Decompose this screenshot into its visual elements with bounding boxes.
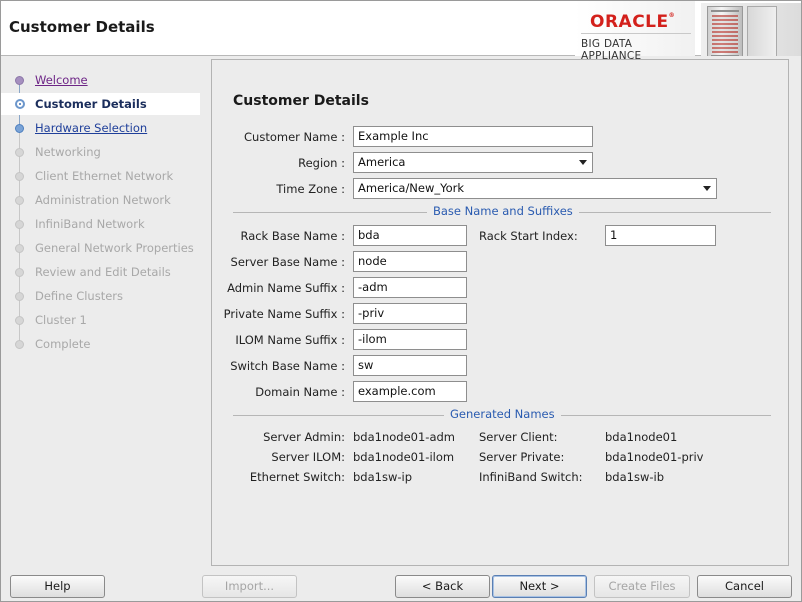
step-visited-icon (15, 76, 24, 85)
nav-step-client-ethernet-network: Client Ethernet Network (1, 165, 200, 187)
server-client-label: Server Client: (479, 430, 558, 444)
server-private-value: bda1node01-priv (605, 450, 704, 464)
ethernet-switch-label: Ethernet Switch: (249, 470, 345, 484)
nav-step-review-and-edit-details: Review and Edit Details (1, 261, 200, 283)
step-disabled-icon (15, 244, 24, 253)
step-available-icon (15, 124, 24, 133)
region-value: America (358, 155, 406, 169)
customer-details-panel: Customer Details Customer Name : Example… (211, 59, 789, 566)
nav-step-label: Client Ethernet Network (35, 169, 174, 183)
server-client-value: bda1node01 (605, 430, 678, 444)
chevron-down-icon (703, 186, 711, 191)
oracle-brand: ORACLE® BIG DATA APPLIANCE (575, 1, 695, 62)
import-button[interactable]: Import... (202, 575, 297, 598)
nav-step-label: Define Clusters (35, 289, 124, 303)
create-files-button[interactable]: Create Files (594, 575, 690, 598)
nav-step-infiniband-network: InfiniBand Network (1, 213, 200, 235)
rack-start-index-label: Rack Start Index: (479, 229, 578, 243)
private-name-suffix-label: Private Name Suffix : (223, 307, 345, 321)
rack-base-name-label: Rack Base Name : (240, 229, 345, 243)
ilom-name-suffix-field[interactable]: -ilom (353, 329, 467, 350)
rack-base-name-field[interactable]: bda (353, 225, 467, 246)
nav-step-label: Cluster 1 (35, 313, 87, 327)
nav-step-label: Hardware Selection (35, 121, 148, 135)
step-disabled-icon (15, 148, 24, 157)
infiniband-switch-value: bda1sw-ib (605, 470, 665, 484)
ilom-name-suffix-label: ILOM Name Suffix : (235, 333, 345, 347)
nav-step-customer-details[interactable]: Customer Details (1, 93, 200, 115)
nav-step-hardware-selection[interactable]: Hardware Selection (1, 117, 200, 139)
region-select[interactable]: America (353, 152, 593, 173)
header: Customer Details ORACLE® BIG DATA APPLIA… (1, 1, 801, 62)
time-zone-label: Time Zone : (276, 182, 345, 196)
nav-step-label: Administration Network (35, 193, 171, 207)
server-base-name-field[interactable]: node (353, 251, 467, 272)
step-disabled-icon (15, 340, 24, 349)
server-admin-value: bda1node01-adm (353, 430, 455, 444)
step-disabled-icon (15, 316, 24, 325)
nav-step-networking: Networking (1, 141, 200, 163)
nav-step-label: Networking (35, 145, 101, 159)
nav-step-general-network-properties: General Network Properties (1, 237, 200, 259)
nav-step-cluster-1: Cluster 1 (1, 309, 200, 331)
server-ilom-value: bda1node01-ilom (353, 450, 455, 464)
wizard-step-nav: Welcome Customer Details Hardware Select… (1, 57, 201, 566)
nav-step-label: InfiniBand Network (35, 217, 145, 231)
customer-name-label: Customer Name : (244, 130, 345, 144)
oracle-logo: ORACLE® (590, 12, 676, 32)
base-name-section-label: Base Name and Suffixes (427, 204, 579, 218)
nav-step-label: General Network Properties (35, 241, 194, 255)
panel-title: Customer Details (233, 93, 369, 109)
server-base-name-label: Server Base Name : (230, 255, 345, 269)
time-zone-select[interactable]: America/New_York (353, 178, 717, 199)
appliance-rack-image (701, 3, 801, 56)
nav-step-administration-network: Administration Network (1, 189, 200, 211)
cancel-button[interactable]: Cancel (697, 575, 792, 598)
private-name-suffix-field[interactable]: -priv (353, 303, 467, 324)
admin-name-suffix-label: Admin Name Suffix : (227, 281, 345, 295)
step-current-icon (15, 99, 25, 109)
nav-step-complete: Complete (1, 333, 200, 355)
ethernet-switch-value: bda1sw-ip (353, 470, 413, 484)
nav-step-welcome[interactable]: Welcome (1, 69, 200, 91)
rack-start-index-field[interactable]: 1 (605, 225, 716, 246)
domain-name-label: Domain Name : (255, 385, 345, 399)
domain-name-field[interactable]: example.com (353, 381, 467, 402)
help-button[interactable]: Help (10, 575, 105, 598)
switch-base-name-field[interactable]: sw (353, 355, 467, 376)
nav-step-label: Complete (35, 337, 91, 351)
server-admin-label: Server Admin: (263, 430, 345, 444)
switch-base-name-label: Switch Base Name : (230, 359, 345, 373)
server-private-label: Server Private: (479, 450, 565, 464)
brand-divider (581, 33, 691, 34)
step-disabled-icon (15, 196, 24, 205)
back-button[interactable]: < Back (395, 575, 490, 598)
step-disabled-icon (15, 172, 24, 181)
nav-step-label: Review and Edit Details (35, 265, 171, 279)
admin-name-suffix-field[interactable]: -adm (353, 277, 467, 298)
nav-step-label: Customer Details (35, 97, 147, 111)
chevron-down-icon (579, 160, 587, 165)
step-disabled-icon (15, 292, 24, 301)
time-zone-value: America/New_York (358, 181, 465, 195)
infiniband-switch-label: InfiniBand Switch: (479, 470, 583, 484)
nav-step-label: Welcome (35, 73, 88, 87)
generated-names-section-label: Generated Names (444, 407, 561, 421)
step-disabled-icon (15, 268, 24, 277)
page-title: Customer Details (9, 18, 155, 36)
region-label: Region : (298, 156, 345, 170)
server-ilom-label: Server ILOM: (271, 450, 345, 464)
customer-name-field[interactable]: Example Inc (353, 126, 593, 147)
step-disabled-icon (15, 220, 24, 229)
nav-step-define-clusters: Define Clusters (1, 285, 200, 307)
next-button[interactable]: Next > (492, 575, 587, 598)
